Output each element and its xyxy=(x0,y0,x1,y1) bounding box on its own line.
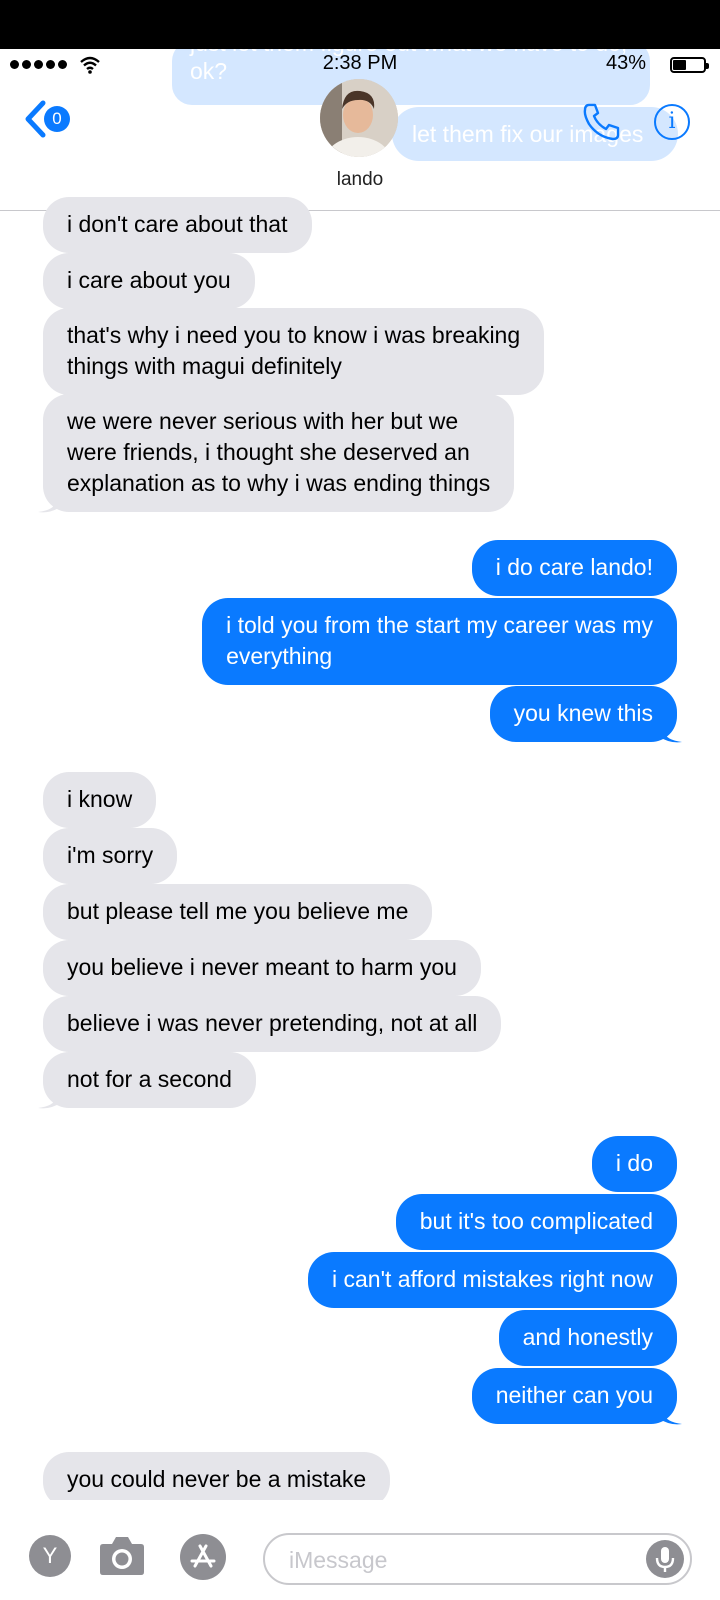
bubble-tail xyxy=(658,1400,682,1425)
camera-icon[interactable] xyxy=(99,1534,145,1576)
incoming-message-bubble[interactable]: i don't care about that xyxy=(43,197,312,253)
bubble-tail xyxy=(38,1084,62,1109)
back-button[interactable]: 0 xyxy=(24,100,70,138)
incoming-message-bubble[interactable]: believe i was never pretending, not at a… xyxy=(43,996,502,1052)
unread-badge: 0 xyxy=(44,106,70,132)
bubble-tail xyxy=(38,488,62,513)
outgoing-message-bubble[interactable]: you knew this xyxy=(489,686,677,742)
incoming-message-bubble[interactable]: not for a second xyxy=(43,1052,256,1108)
imessage-input[interactable] xyxy=(287,1543,631,1577)
y-app-button[interactable]: Y xyxy=(29,1535,71,1577)
chevron-left-icon xyxy=(25,100,46,138)
incoming-message-bubble[interactable]: we were never serious with her but we we… xyxy=(43,394,515,512)
outgoing-message-bubble[interactable]: neither can you xyxy=(471,1368,677,1424)
battery-percent: 43% xyxy=(605,52,646,74)
outgoing-message-bubble[interactable]: i do xyxy=(591,1136,677,1192)
outgoing-message-bubble[interactable]: i can't afford mistakes right now xyxy=(307,1252,677,1308)
incoming-message-bubble[interactable]: i care about you xyxy=(43,253,255,309)
info-icon[interactable]: i xyxy=(654,104,690,140)
imessage-input-box[interactable] xyxy=(263,1533,692,1585)
incoming-message-bubble[interactable]: i'm sorry xyxy=(43,828,178,884)
app-store-icon[interactable] xyxy=(180,1534,226,1580)
incoming-message-bubble[interactable]: that's why i need you to know i was brea… xyxy=(43,308,545,395)
avatar[interactable] xyxy=(320,79,398,157)
incoming-message-bubble[interactable]: you believe i never meant to harm you xyxy=(43,940,481,996)
contact-name[interactable]: lando xyxy=(0,169,720,191)
outgoing-message-bubble[interactable]: i told you from the start my career was … xyxy=(202,598,677,685)
incoming-message-bubble[interactable]: i know xyxy=(43,772,157,828)
watermark-bubble-2: let them fix our images xyxy=(392,107,678,161)
top-black-bar xyxy=(0,0,720,49)
battery-icon xyxy=(670,57,709,73)
phone-icon[interactable] xyxy=(582,102,622,142)
microphone-icon[interactable] xyxy=(646,1540,684,1578)
outgoing-message-bubble[interactable]: and honestly xyxy=(498,1310,677,1366)
outgoing-message-bubble[interactable]: i do care lando! xyxy=(471,540,677,596)
incoming-message-bubble[interactable]: but please tell me you believe me xyxy=(43,884,433,940)
outgoing-message-bubble[interactable]: but it's too complicated xyxy=(395,1194,677,1250)
bubble-tail xyxy=(658,718,682,743)
